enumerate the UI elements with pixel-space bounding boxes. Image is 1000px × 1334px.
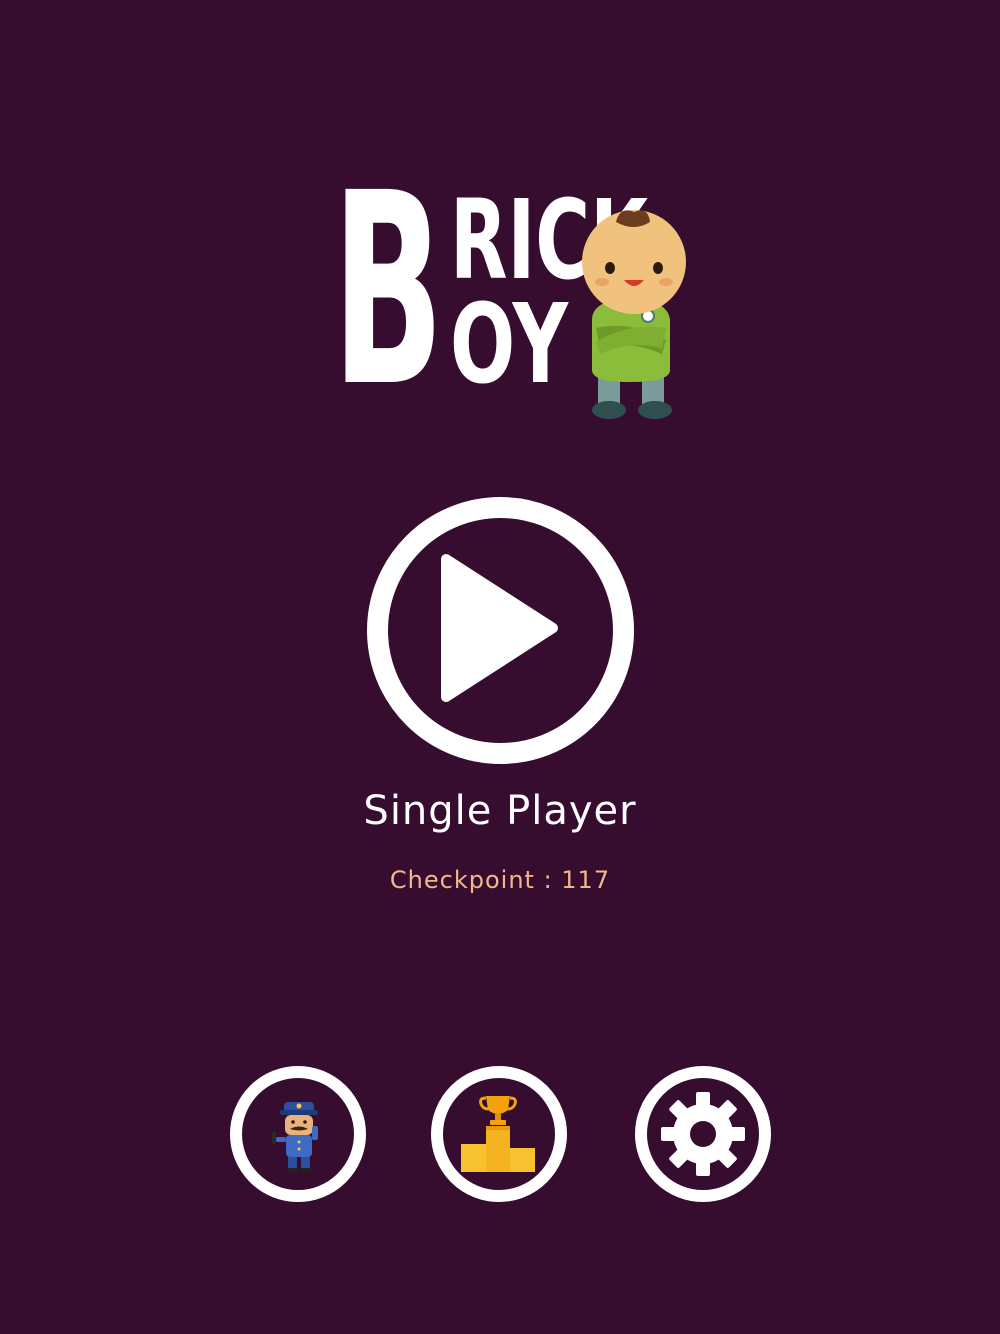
play-icon: [441, 554, 558, 702]
trophy-podium-icon: [461, 1096, 535, 1172]
brick-boy-character-icon: [582, 210, 686, 419]
logo-initial: B: [332, 170, 444, 430]
settings-button[interactable]: [633, 1064, 773, 1204]
leaderboard-button[interactable]: [429, 1064, 569, 1204]
checkpoint-text: Checkpoint : 117: [389, 866, 611, 894]
play-button[interactable]: [367, 497, 634, 764]
policeman-character-icon: [272, 1102, 318, 1172]
game-logo: B RICK OY: [330, 170, 700, 430]
game-mode-label[interactable]: Single Player: [0, 788, 1000, 834]
gear-icon: [661, 1092, 745, 1176]
logo-word-oy: OY: [450, 280, 569, 408]
character-select-button[interactable]: [228, 1064, 368, 1204]
